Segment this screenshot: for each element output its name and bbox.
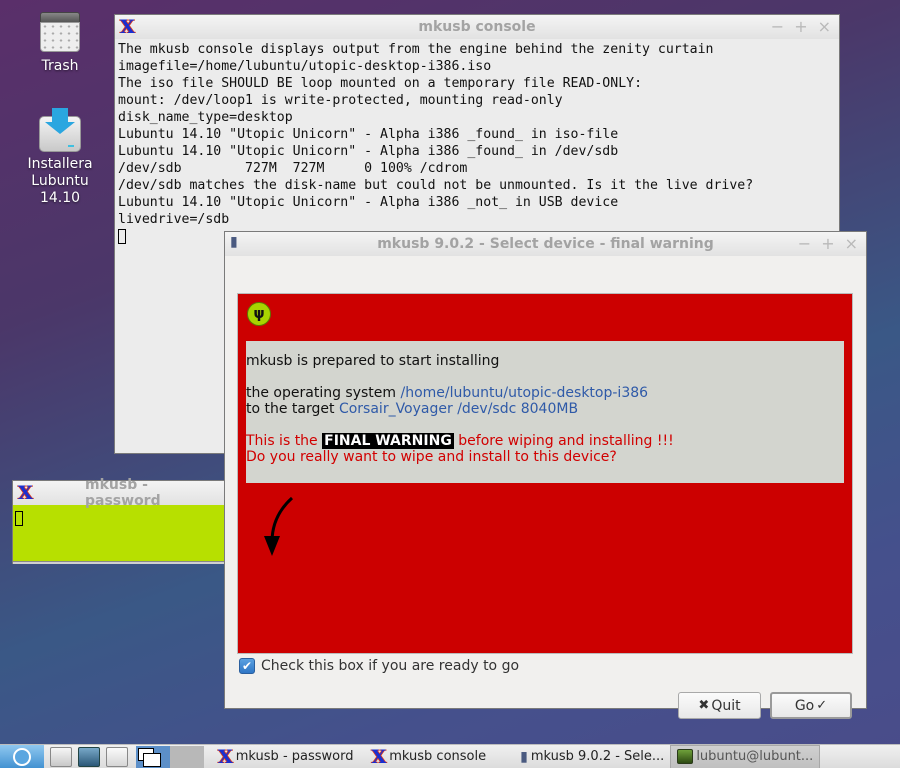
console-line: disk_name_type=desktop [118,110,293,125]
window-title: mkusb console [418,19,536,35]
dialog-titlebar[interactable]: ▮ mkusb 9.0.2 - Select device - final wa… [225,232,866,256]
message-os: the operating system /home/lubuntu/utopi… [246,385,844,401]
message-target: to the target Corsair_Voyager /dev/sdc 8… [246,401,844,417]
message-question: Do you really want to wipe and install t… [246,449,617,465]
quit-button[interactable]: ✖ Quit [678,692,761,719]
ready-checkbox-row[interactable]: ✔ Check this box if you are ready to go [239,658,519,674]
desktop-icon-label-line1: Installera [27,156,93,172]
file-manager-launcher-icon[interactable] [50,746,72,767]
close-button[interactable]: × [845,234,858,254]
workspace-2[interactable] [170,745,204,768]
os-label: the operating system [246,385,401,401]
lubuntu-logo-icon [13,747,31,766]
taskbar-item-terminal[interactable]: lubuntu@lubunt... [670,744,821,768]
taskbar-item-mkusb-dialog[interactable]: ▮ mkusb 9.0.2 - Sele... [514,745,670,768]
final-warning-dialog[interactable]: ▮ mkusb 9.0.2 - Select device - final wa… [224,231,867,719]
message-warning: This is the FINAL WARNING before wiping … [246,433,844,449]
password-window[interactable]: X mkusb - password [12,477,226,564]
terminal-icon [677,749,694,764]
console-line: The mkusb console displays output from t… [118,42,714,57]
close-button[interactable]: × [818,17,831,37]
trash-icon [40,12,80,52]
maximize-button[interactable]: + [794,17,807,37]
console-line: Lubuntu 14.10 "Utopic Unicorn" - Alpha i… [118,127,619,142]
usb-drive-icon: ▮ [520,748,528,765]
final-warning-highlight: FINAL WARNING [322,433,454,449]
task-label: mkusb 9.0.2 - Sele... [530,749,665,764]
task-label: mkusb - password [235,749,354,764]
terminal-cursor [118,228,126,244]
window-title: mkusb 9.0.2 - Select device - final warn… [377,236,714,252]
task-label: lubuntu@lubunt... [696,749,814,764]
checkmark-icon: ✓ [816,698,828,713]
task-label: mkusb console [389,749,487,764]
taskbar: X mkusb - password X mkusb console ▮ mku… [0,744,900,768]
password-titlebar[interactable]: X mkusb - password [13,477,225,509]
console-line: mount: /dev/loop1 is write-protected, mo… [118,93,563,108]
console-output[interactable]: The mkusb console displays output from t… [115,39,839,247]
workspace-pager[interactable] [136,745,204,768]
usb-drive-icon: ▮ [230,234,238,250]
xterm-icon: X [120,16,135,38]
os-path: /home/lubuntu/utopic-desktop-i386 [400,385,649,401]
console-titlebar[interactable]: X mkusb console − + × [115,15,839,39]
minimize-button[interactable]: − [771,17,784,37]
desktop-icon-trash[interactable]: Trash [10,12,110,75]
show-desktop-icon[interactable] [106,746,128,767]
warning-message: mkusb is prepared to start installing th… [246,341,844,483]
warning-panel: ψ mkusb is prepared to start installing … [237,293,853,654]
console-line: Lubuntu 14.10 "Utopic Unicorn" - Alpha i… [118,195,619,210]
target-label: to the target [246,401,339,417]
desktop-icon-label-line2: Lubuntu 14.10 [31,173,89,206]
usb-symbol-icon: ψ [247,302,271,326]
console-line: /dev/sdb 727M 727M 0 100% /cdrom [118,161,468,176]
console-line: The iso file SHOULD BE loop mounted on a… [118,76,643,91]
close-x-icon: ✖ [698,698,710,713]
quit-label: Quit [711,697,741,714]
taskbar-item-console[interactable]: X mkusb console [365,745,492,768]
ready-checkbox[interactable]: ✔ [239,658,255,674]
checkbox-label[interactable]: Check this box if you are ready to go [261,658,519,674]
target-device: Corsair_Voyager /dev/sdc 8040MB [338,401,579,417]
xterm-icon: X [371,745,387,768]
terminal-cursor [15,511,23,526]
xterm-icon: X [218,745,233,768]
window-bottom-border [13,561,225,564]
warning-suffix: before wiping and installing !!! [453,433,674,449]
go-button[interactable]: Go ✓ [770,692,852,719]
start-menu-button[interactable] [0,744,44,768]
console-line: livedrive=/sdb [118,212,230,227]
xterm-icon: X [18,482,33,504]
console-line: /dev/sdb matches the disk-name but could… [118,178,754,193]
password-terminal[interactable] [13,505,225,561]
taskbar-item-password[interactable]: X mkusb - password [212,745,359,768]
install-drive-icon [39,108,81,152]
minimize-button[interactable]: − [798,234,811,254]
message-intro: mkusb is prepared to start installing [246,353,500,369]
curved-arrow-icon [264,496,294,556]
workspace-1[interactable] [136,745,170,768]
go-label: Go [794,697,815,714]
desktop-icon-label: Trash [41,58,79,74]
maximize-button[interactable]: + [821,234,834,254]
console-line: imagefile=/home/lubuntu/utopic-desktop-i… [118,59,492,74]
web-browser-launcher-icon[interactable] [78,746,100,767]
warning-prefix: This is the [246,433,323,449]
window-title: mkusb - password [85,477,161,509]
desktop-icon-install-lubuntu[interactable]: Installera Lubuntu 14.10 [10,108,110,207]
console-line: Lubuntu 14.10 "Utopic Unicorn" - Alpha i… [118,144,619,159]
